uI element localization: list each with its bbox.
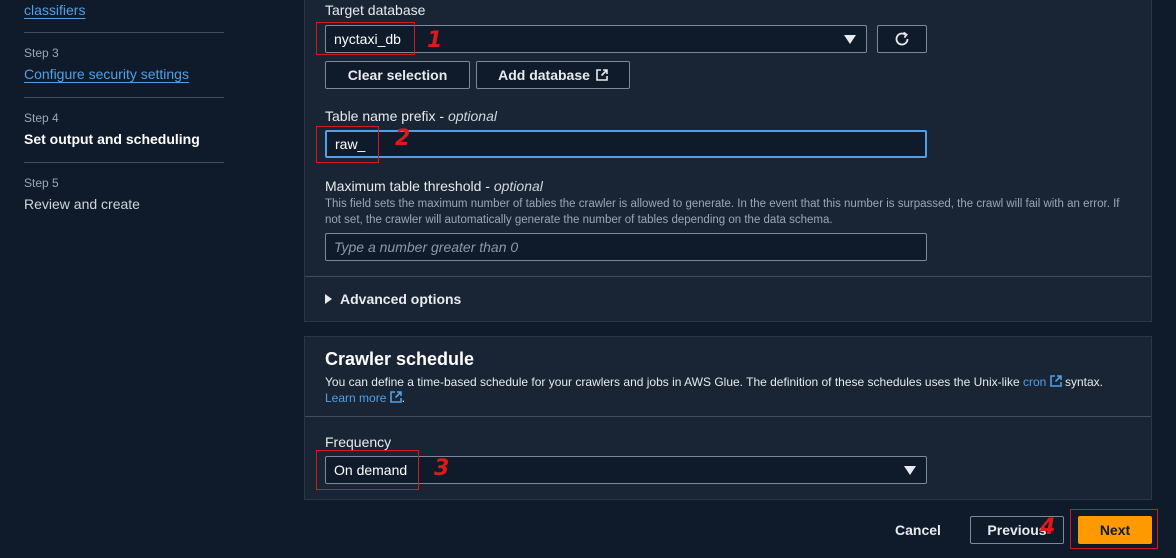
cron-link[interactable]: cron — [1023, 375, 1046, 389]
chevron-down-icon — [904, 466, 916, 475]
external-link-icon — [1049, 375, 1062, 387]
step4-current: Set output and scheduling — [24, 131, 200, 147]
threshold-description: This field sets the maximum number of ta… — [325, 198, 1120, 226]
learn-more-link[interactable]: Learn more — [325, 391, 386, 405]
refresh-button[interactable] — [877, 25, 927, 53]
output-configuration-panel: Target database nyctaxi_db Clear selecti… — [304, 0, 1152, 322]
step3-label: Step 3 — [24, 46, 59, 60]
divider — [24, 162, 224, 163]
schedule-description: You can define a time-based schedule for… — [325, 375, 1104, 405]
divider — [24, 97, 224, 98]
crawler-schedule-panel: Crawler schedule You can define a time-b… — [304, 336, 1152, 500]
frequency-select[interactable]: On demand — [325, 456, 927, 484]
frequency-value: On demand — [334, 462, 408, 478]
divider — [305, 276, 1151, 277]
crawler-schedule-title: Crawler schedule — [325, 349, 475, 369]
divider — [305, 416, 1151, 417]
step4-label: Step 4 — [24, 111, 59, 125]
next-button[interactable]: Next — [1078, 516, 1152, 544]
advanced-options-toggle[interactable]: Advanced options — [325, 291, 461, 307]
clear-selection-label: Clear selection — [347, 67, 448, 83]
threshold-input[interactable] — [325, 233, 927, 261]
caret-right-icon — [325, 294, 332, 304]
threshold-label: Maximum table threshold - optional — [325, 178, 543, 194]
table-prefix-label: Table name prefix - optional — [325, 108, 497, 124]
chevron-down-icon — [844, 35, 856, 44]
external-link-icon — [596, 69, 608, 81]
step5-label: Step 5 — [24, 176, 59, 190]
step3-link[interactable]: Configure security settings — [24, 66, 189, 82]
add-database-button[interactable]: Add database — [476, 61, 630, 89]
clear-selection-button[interactable]: Clear selection — [325, 61, 470, 89]
add-database-label: Add database — [498, 67, 590, 83]
external-link-icon — [389, 391, 402, 403]
frequency-label: Frequency — [325, 434, 392, 450]
previous-button[interactable]: Previous — [970, 516, 1064, 544]
refresh-icon — [895, 31, 909, 46]
target-database-label: Target database — [325, 2, 426, 18]
step5-title: Review and create — [24, 196, 140, 212]
advanced-options-label: Advanced options — [340, 291, 462, 307]
step2-link[interactable]: classifiers — [24, 2, 85, 18]
target-database-select[interactable]: nyctaxi_db — [325, 25, 867, 53]
table-prefix-input[interactable] — [325, 130, 927, 158]
cancel-button[interactable]: Cancel — [886, 516, 950, 544]
target-database-value: nyctaxi_db — [334, 31, 401, 47]
wizard-nav: classifiers Step 3 Configure security se… — [0, 0, 290, 558]
divider — [24, 32, 224, 33]
